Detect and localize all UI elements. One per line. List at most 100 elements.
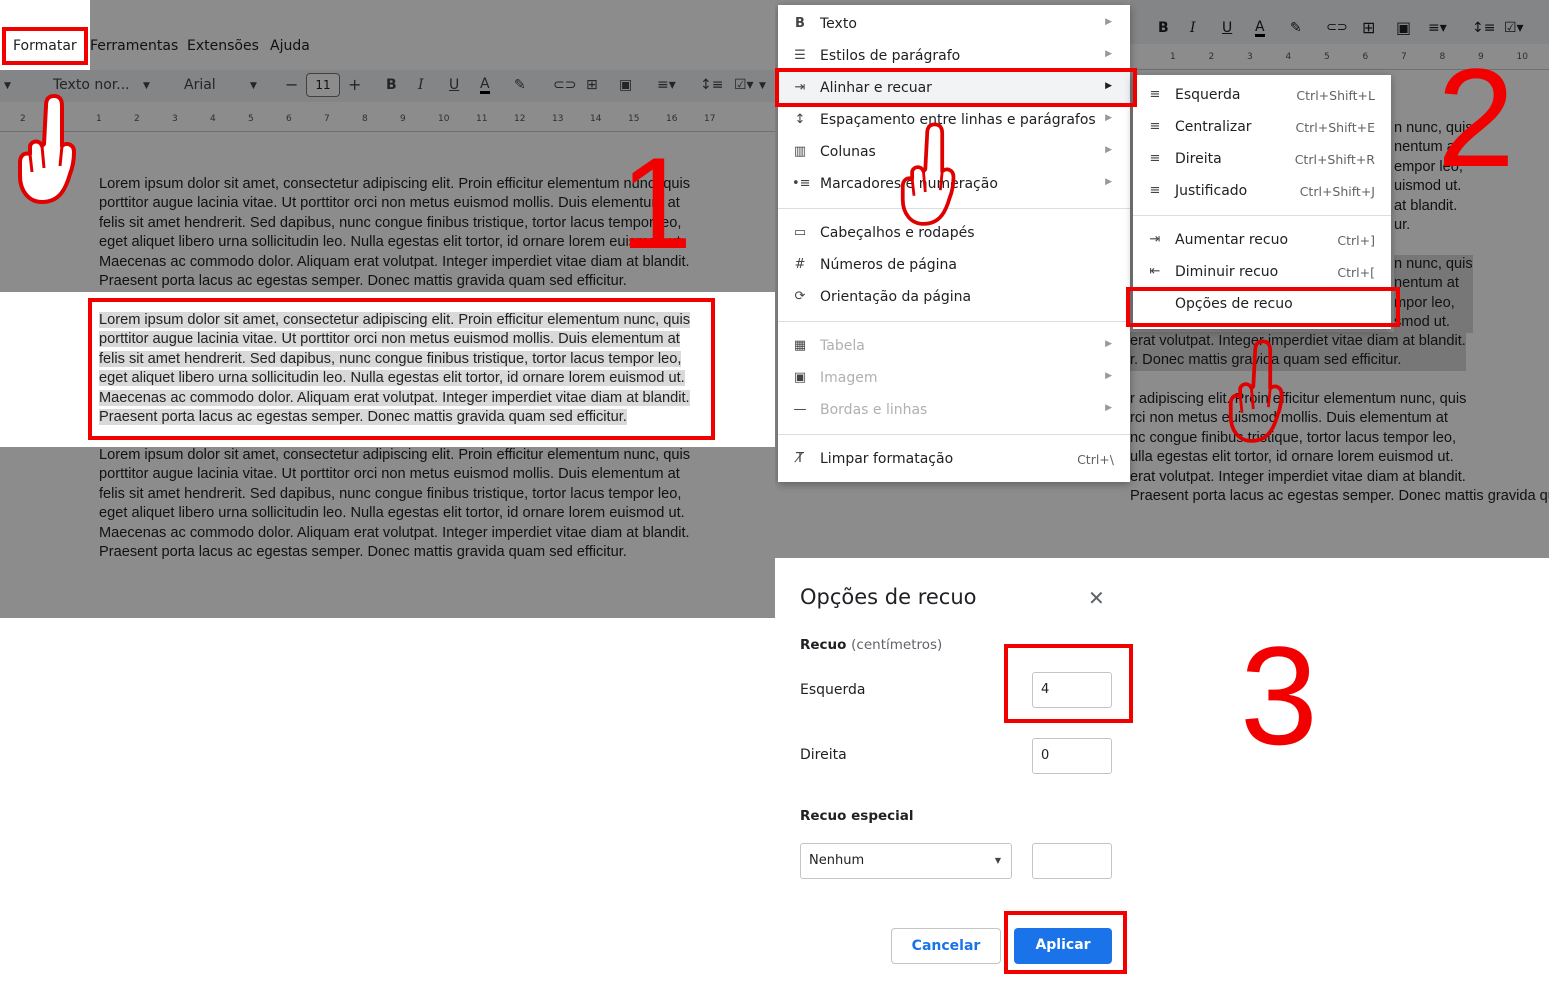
panel-step-2: B I U A ✎ ⊂⊃ ⊞ ▣ ≡▾ ↕≡ ☑▾ 12345678910111… [775,0,1549,558]
pointing-hand-icon [1228,339,1284,443]
submenu-arrow-icon: ▶ [1105,145,1112,155]
step-number-1: 1 [620,130,693,276]
shortcut-label: Ctrl+[ [1337,265,1375,280]
indent-section-label: Recuo (centímetros) [800,637,942,653]
align-indent-icon: ⇥ [794,80,806,95]
align-icon: ≡ [1149,119,1161,134]
special-indent-label: Recuo especial [800,808,914,824]
indent-options-dialog: Opções de recuo ✕ Recuo (centímetros) Es… [775,558,1549,990]
format-menu-item[interactable]: T̸ Limpar formatação Ctrl+\ [778,443,1130,475]
overlay [90,0,775,70]
menu-divider [778,434,1130,435]
submenu-item-label: Diminuir recuo [1175,264,1279,280]
clear-format-icon: T̸ [796,451,804,466]
close-icon[interactable]: ✕ [1088,586,1105,610]
text-line: porttitor augue lacinia vitae. Ut portti… [99,331,680,348]
right-indent-input[interactable]: 0 [1032,738,1112,774]
cancel-button[interactable]: Cancelar [891,928,1001,964]
format-menu-item-label: Alinhar e recuar [820,80,932,96]
format-menu-item-label: Números de página [820,257,957,273]
submenu-arrow-icon: ▶ [1105,339,1112,349]
dialog-title: Opções de recuo [800,585,977,609]
format-menu-item[interactable]: B Texto ▶ [778,8,1130,40]
submenu-item[interactable]: ≡ Justificado Ctrl+Shift+J [1133,175,1391,207]
panel-step-1: Formatar Ferramentas Extensões Ajuda ▼ T… [0,0,775,618]
shortcut-label: Ctrl+Shift+J [1299,184,1375,199]
submenu-arrow-icon: ▶ [1105,371,1112,381]
submenu-item-label: Esquerda [1175,87,1241,103]
pointing-hand-icon [900,122,956,226]
format-menu-item-label: Imagem [820,370,878,386]
shortcut-label: Ctrl+\ [1077,452,1114,467]
shortcut-label: Ctrl+Shift+R [1294,152,1375,167]
bold-icon: B [795,16,805,31]
submenu-item[interactable]: ≡ Direita Ctrl+Shift+R [1133,143,1391,175]
menu-divider [778,321,1130,322]
submenu-arrow-icon: ▶ [1105,81,1112,91]
format-menu-item-label: Texto [820,16,857,32]
borders-icon: — [793,402,807,417]
submenu-item-label: Justificado [1175,183,1248,199]
dropdown-arrow-icon: ▼ [994,856,1001,865]
submenu-item-label: Direita [1175,151,1222,167]
overlay [0,447,775,618]
submenu-item[interactable]: ⇥ Aumentar recuo Ctrl+] [1133,224,1391,256]
format-menu-item[interactable]: ⟳ Orientação da página [778,281,1130,313]
submenu-arrow-icon: ▶ [1105,177,1112,187]
format-menu-item[interactable]: ☰ Estilos de parágrafo ▶ [778,40,1130,72]
step-number-3: 3 [1240,617,1318,774]
submenu-item[interactable]: Opções de recuo [1133,288,1391,320]
submenu-arrow-icon: ▶ [1105,17,1112,27]
text-line: Maecenas ac commodo dolor. Aliquam erat … [99,389,690,406]
pointing-hand-icon [18,94,76,204]
menu-divider [1133,215,1391,216]
submenu-arrow-icon: ▶ [1105,113,1112,123]
submenu-item[interactable]: ⇤ Diminuir recuo Ctrl+[ [1133,256,1391,288]
format-menu-item-label: Limpar formatação [820,451,954,467]
format-menu-item: ▦ Tabela ▶ [778,330,1130,362]
step-number-2: 2 [1437,39,1515,196]
shortcut-label: Ctrl+Shift+L [1296,88,1375,103]
format-menu-item-label: Bordas e linhas [820,402,928,418]
left-indent-input[interactable]: 4 [1032,672,1112,708]
submenu-arrow-icon: ▶ [1105,403,1112,413]
bullets-icon: •≡ [792,176,811,191]
submenu-item-label: Centralizar [1175,119,1252,135]
indent-label: Recuo [800,637,847,653]
image-icon: ▣ [793,370,807,385]
shortcut-label: Ctrl+] [1337,233,1375,248]
align-icon: ≡ [1149,151,1161,166]
align-indent-submenu: ≡ Esquerda Ctrl+Shift+L ≡ Centralizar Ctr… [1133,75,1391,329]
align-icon: ⇥ [1149,232,1161,247]
format-menu: B Texto ▶ ☰ Estilos de parágrafo ▶ ⇥ Ali… [778,5,1130,482]
left-indent-label: Esquerda [800,682,866,698]
format-menu-item[interactable]: ⇥ Alinhar e recuar ▶ [778,72,1130,104]
right-indent-label: Direita [800,747,847,763]
line-spacing-icon: ↕ [794,112,806,127]
special-indent-select[interactable]: Nenhum ▼ [800,843,1012,879]
format-menu-item: ▣ Imagem ▶ [778,362,1130,394]
table-icon: ▦ [793,338,807,353]
align-icon [1147,296,1163,312]
submenu-item[interactable]: ≡ Esquerda Ctrl+Shift+L [1133,79,1391,111]
paragraph-style-icon: ☰ [794,48,806,63]
special-indent-selected-value: Nenhum [809,853,865,868]
format-menu-item: — Bordas e linhas ▶ [778,394,1130,426]
align-icon: ≡ [1149,183,1161,198]
text-line: eget aliquet libero urna sollicitudin le… [99,370,685,387]
submenu-item-label: Opções de recuo [1175,296,1293,312]
format-menu-item[interactable]: # Números de página [778,249,1130,281]
text-line: Lorem ipsum dolor sit amet, consectetur … [99,312,691,328]
submenu-arrow-icon: ▶ [1105,49,1112,59]
format-menu-item-label: Estilos de parágrafo [820,48,961,64]
paragraph-2-selected[interactable]: Lorem ipsum dolor sit amet, consectetur … [99,311,691,427]
text-line: Praesent porta lacus ac egestas semper. … [99,409,627,426]
columns-icon: ▥ [793,144,807,159]
submenu-item[interactable]: ≡ Centralizar Ctrl+Shift+E [1133,111,1391,143]
special-indent-value-input[interactable] [1032,843,1112,879]
apply-button[interactable]: Aplicar [1014,928,1112,964]
header-footer-icon: ▭ [793,225,807,240]
menu-formatar[interactable]: Formatar [13,38,77,54]
text-line: felis sit amet hendrerit. Sed dapibus, n… [99,350,682,367]
format-menu-item-label: Tabela [820,338,865,354]
